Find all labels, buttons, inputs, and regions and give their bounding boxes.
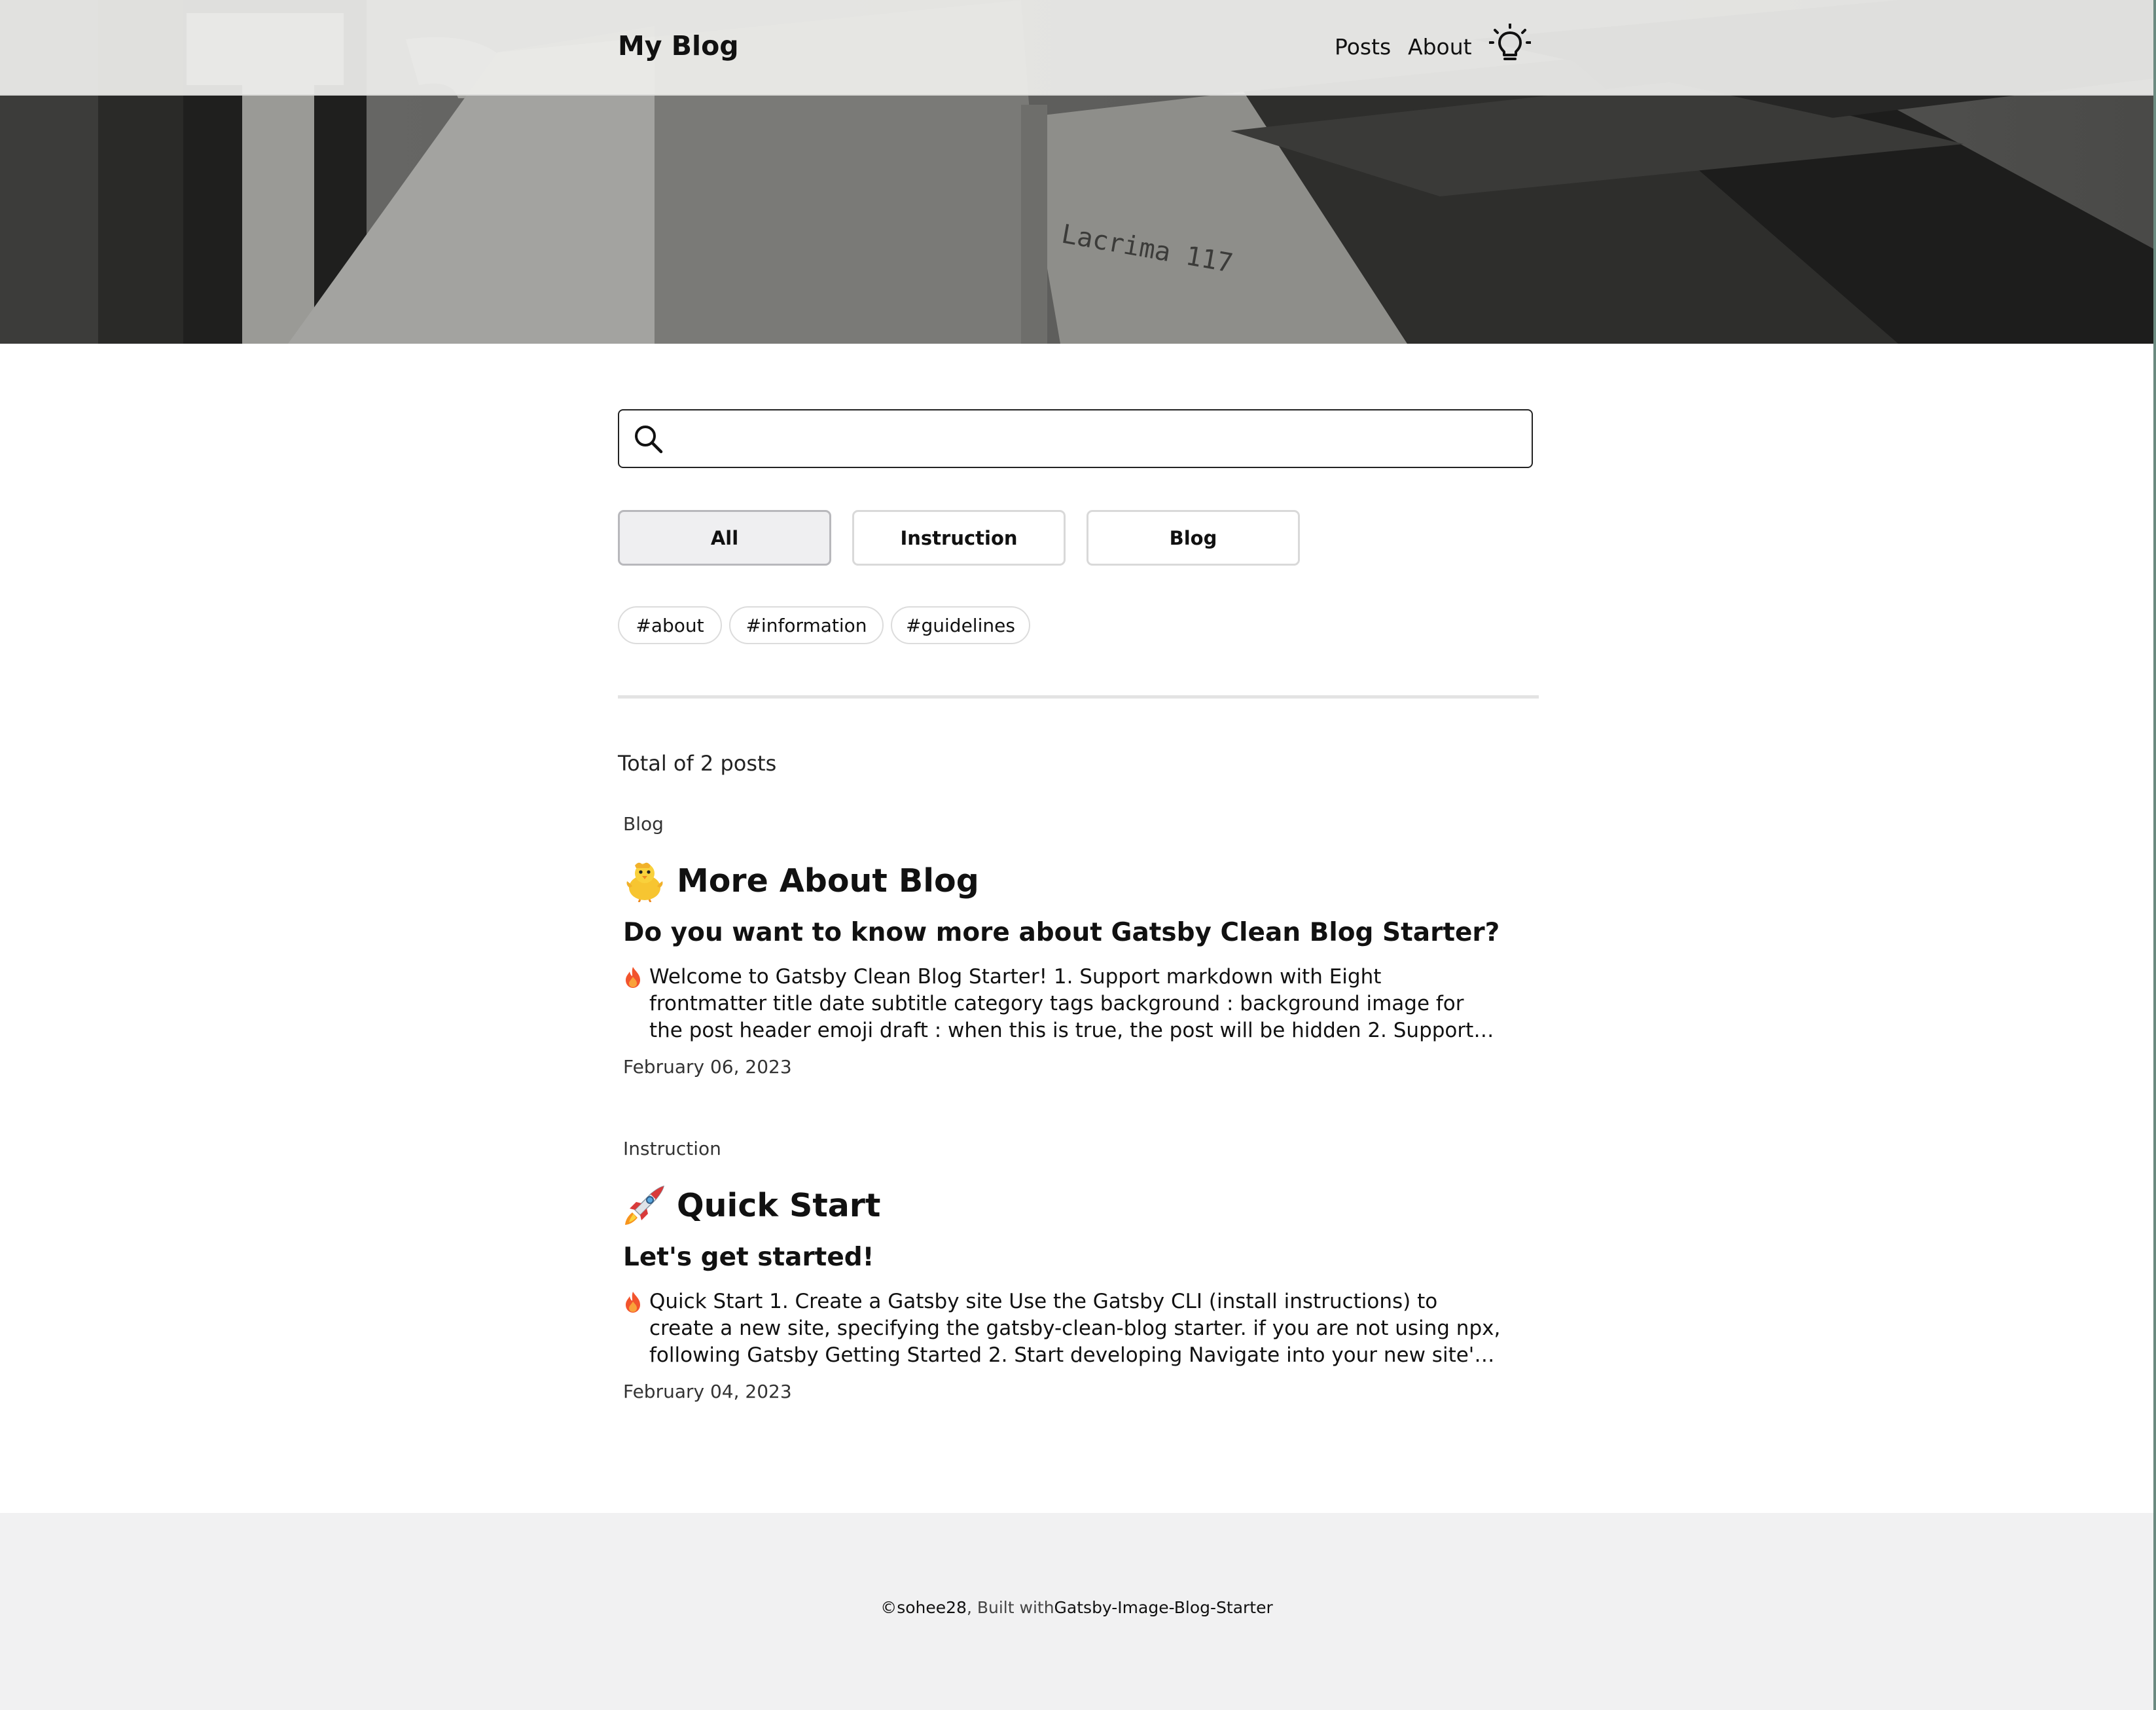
fire-icon [626, 967, 640, 988]
category-instruction-button[interactable]: Instruction [852, 510, 1066, 566]
footer-built-with: , Built with [966, 1598, 1054, 1617]
post-title[interactable]: Quick Start [677, 1187, 880, 1224]
post-title-row[interactable]: More About Blog [623, 856, 979, 905]
post-excerpt: Quick Start 1. Create a Gatsby site Use … [623, 1288, 1503, 1369]
fire-icon [626, 1292, 640, 1313]
category-blog-button[interactable]: Blog [1087, 510, 1300, 566]
blog-page: Lacrima 117 My Blog Posts About All Inst… [0, 0, 2156, 1710]
post-category: Instruction [623, 1138, 721, 1159]
search-icon [635, 426, 663, 454]
lightbulb-icon [1489, 24, 1531, 60]
post-title[interactable]: More About Blog [677, 862, 979, 900]
nav-posts-link[interactable]: Posts [1335, 34, 1391, 60]
window-edge [2153, 0, 2156, 1710]
site-logo[interactable]: My Blog [618, 30, 739, 62]
category-all-button[interactable]: All [618, 510, 831, 566]
post-excerpt: Welcome to Gatsby Clean Blog Starter! 1.… [623, 964, 1503, 1044]
tag-guidelines[interactable]: #guidelines [891, 606, 1030, 644]
post-date: February 04, 2023 [623, 1381, 792, 1402]
footer-starter-link[interactable]: Gatsby-Image-Blog-Starter [1054, 1598, 1273, 1617]
tag-about[interactable]: #about [618, 606, 722, 644]
rocket-icon [625, 1185, 665, 1225]
post-title-row[interactable]: Quick Start [623, 1181, 880, 1229]
post-date: February 06, 2023 [623, 1056, 792, 1078]
hero-banner: Lacrima 117 My Blog Posts About [0, 0, 2153, 344]
theme-toggle-button[interactable] [1489, 24, 1531, 65]
post-excerpt-text: Quick Start 1. Create a Gatsby site Use … [649, 1290, 1501, 1367]
divider [618, 695, 1539, 699]
search-input[interactable] [677, 418, 1524, 460]
chick-icon [626, 862, 663, 902]
post-subtitle: Do you want to know more about Gatsby Cl… [623, 918, 1500, 947]
footer-author-link[interactable]: ©sohee28 [880, 1598, 967, 1617]
post-excerpt-text: Welcome to Gatsby Clean Blog Starter! 1.… [649, 965, 1474, 1042]
post-category: Blog [623, 813, 664, 835]
post-count: Total of 2 posts [618, 751, 777, 776]
tag-information[interactable]: #information [729, 606, 884, 644]
footer-text: ©sohee28, Built withGatsby-Image-Blog-St… [0, 1598, 2153, 1617]
post-subtitle: Let's get started! [623, 1243, 874, 1272]
nav-about-link[interactable]: About [1408, 34, 1472, 60]
search-bar[interactable] [618, 409, 1533, 468]
top-header: My Blog Posts About [0, 0, 2153, 96]
footer: ©sohee28, Built withGatsby-Image-Blog-St… [0, 1513, 2153, 1710]
